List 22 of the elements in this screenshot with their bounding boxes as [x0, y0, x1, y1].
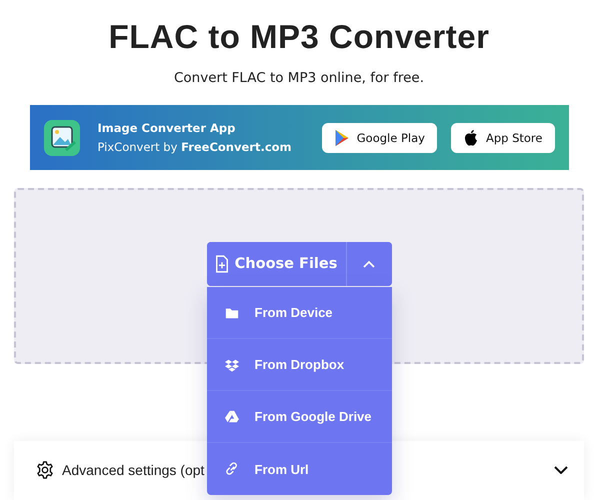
- drive-icon: [224, 410, 238, 424]
- apple-icon: [462, 128, 479, 147]
- dropbox-icon: [224, 358, 238, 372]
- page-title: FLAC to MP3 Converter: [108, 18, 490, 56]
- choose-files-button[interactable]: Choose Files: [206, 242, 346, 286]
- menu-item[interactable]: From Google Drive: [206, 391, 392, 444]
- menu-item[interactable]: From Dropbox: [206, 339, 392, 392]
- folder-icon: [224, 306, 238, 320]
- store-button[interactable]: Google Play: [322, 122, 437, 153]
- menu-item[interactable]: From Device: [206, 287, 392, 340]
- file-add-icon: [214, 255, 229, 274]
- settings-icon: [36, 461, 54, 480]
- store-button[interactable]: App Store: [450, 122, 554, 153]
- page-subtitle: Convert FLAC to MP3 online, for free.: [174, 70, 424, 86]
- settings-label: Advanced settings (opt: [62, 462, 204, 478]
- link-icon: [224, 462, 238, 476]
- menu-item[interactable]: From Url: [206, 443, 392, 496]
- app-name: Image Converter App: [98, 121, 236, 136]
- play-icon: [334, 128, 350, 147]
- app-byline: PixConvert by FreeConvert.com: [98, 140, 292, 154]
- app-icon: [44, 120, 80, 156]
- caret-icon: [363, 260, 375, 268]
